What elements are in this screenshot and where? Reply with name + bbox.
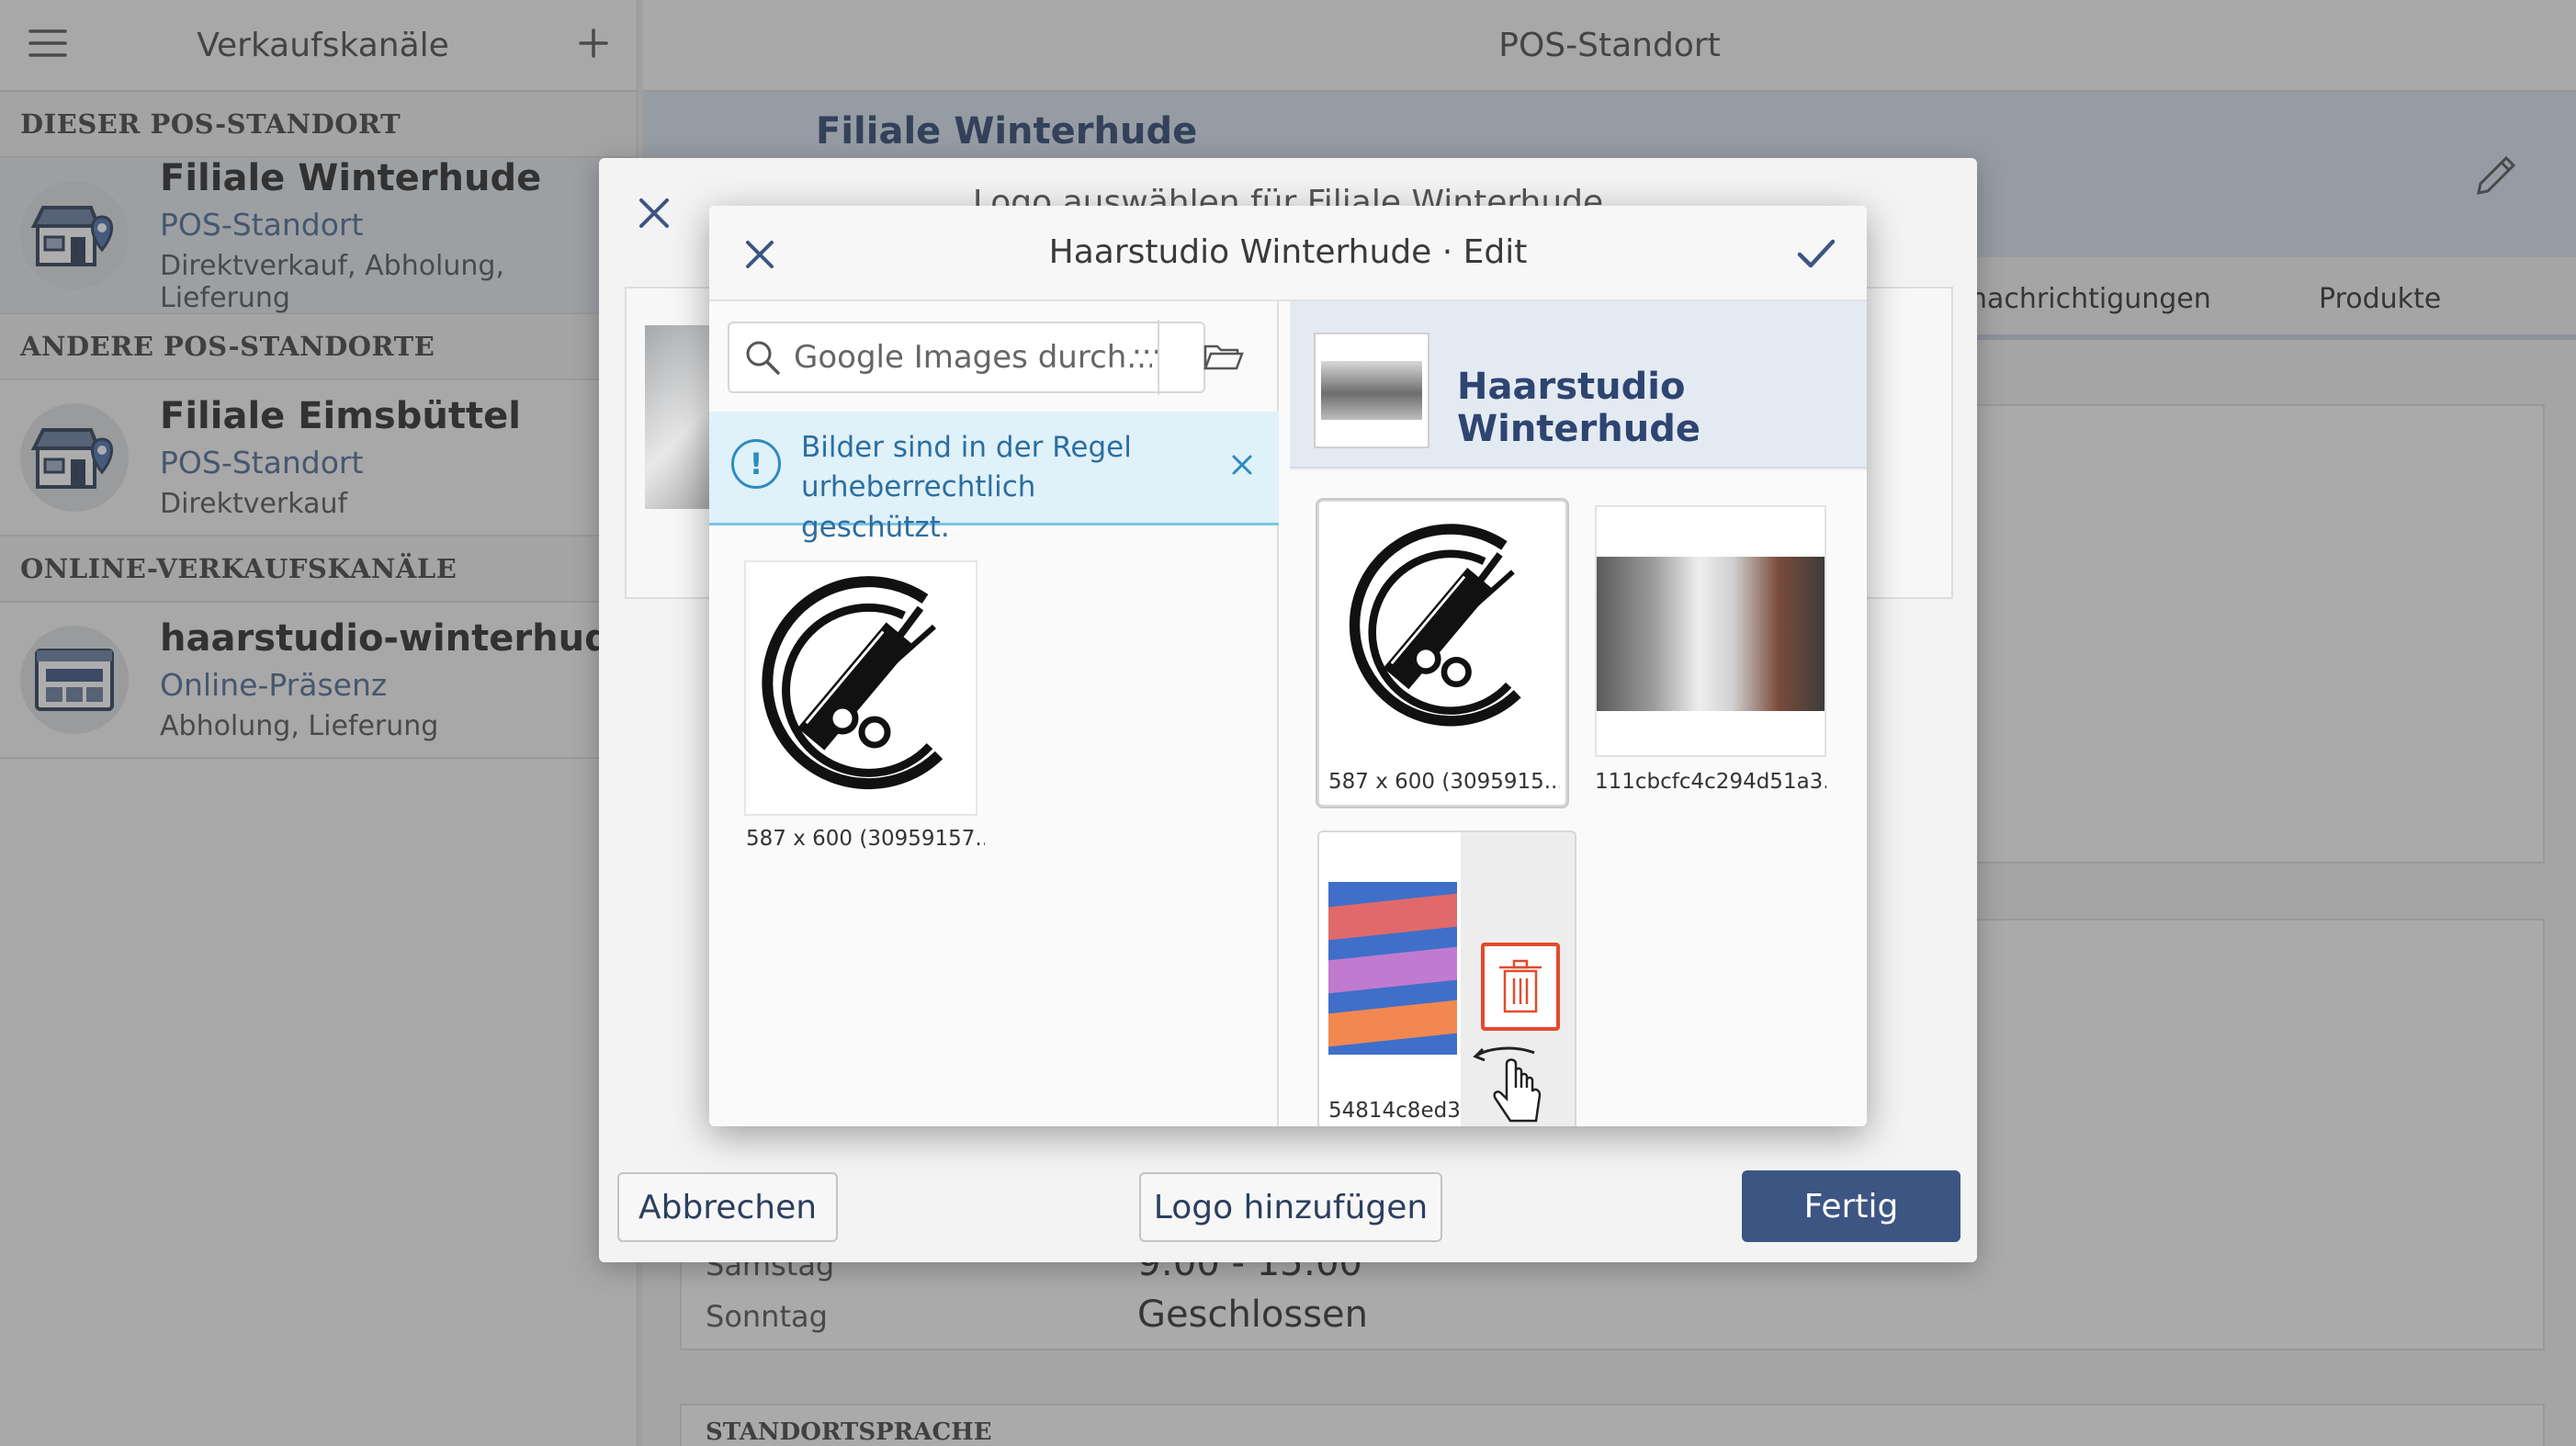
divider xyxy=(1158,320,1159,395)
selected-image-card[interactable]: 111cbcfc4c294d51a3... xyxy=(1595,505,1826,808)
image-caption: 111cbcfc4c294d51a3... xyxy=(1595,770,1826,794)
search-icon xyxy=(744,339,781,376)
swipe-hand-icon xyxy=(1470,1044,1562,1126)
selection-header: Haarstudio Winterhude xyxy=(1290,301,1867,469)
dialog-header: Haarstudio Winterhude · Edit xyxy=(709,206,1867,301)
result-caption: 587 x 600 (30959157... xyxy=(746,827,985,851)
selection-thumbnail xyxy=(1314,333,1429,448)
image-edit-dialog: Haarstudio Winterhude · Edit ... ! Bilde… xyxy=(709,206,1867,1126)
search-input[interactable] xyxy=(794,339,1152,376)
image-search-panel: ... ! Bilder sind in der Regel urheberre… xyxy=(709,301,1279,1126)
selection-name: Haarstudio Winterhude xyxy=(1457,366,1700,450)
image-frame xyxy=(1595,505,1826,757)
ribbon-banners-image xyxy=(1328,882,1457,1055)
search-result-image[interactable] xyxy=(744,560,977,816)
notice-text: Bilder sind in der Regel urheberrechtlic… xyxy=(801,431,1132,544)
delete-action-panel xyxy=(1461,832,1575,1126)
selected-image-card[interactable]: 54814c8ed3 xyxy=(1317,830,1576,1126)
dialog-title: Haarstudio Winterhude · Edit xyxy=(1048,233,1528,271)
scissors-comb-logo-image xyxy=(762,576,943,790)
selected-image-card[interactable]: 587 x 600 (3095915... xyxy=(1317,500,1567,807)
done-button[interactable]: Fertig xyxy=(1742,1170,1960,1242)
salon-interior-thumbnail xyxy=(1321,361,1422,420)
checkmark-icon[interactable] xyxy=(1793,232,1839,277)
folder-icon[interactable] xyxy=(1187,329,1260,384)
selected-images-panel: Haarstudio Winterhude 587 x 600 (3095915… xyxy=(1290,301,1867,1126)
add-logo-button[interactable]: Logo hinzufügen xyxy=(1139,1172,1442,1242)
salon-interior-photo xyxy=(1597,557,1825,711)
image-caption: 587 x 600 (3095915... xyxy=(1328,770,1560,794)
dialog-footer: Abbrechen Logo hinzufügen Fertig xyxy=(599,1170,1977,1262)
info-icon: ! xyxy=(731,439,781,489)
ribbon-orange xyxy=(1328,1000,1457,1047)
image-caption: 54814c8ed3 xyxy=(1328,1099,1461,1123)
dismiss-notice-icon[interactable] xyxy=(1224,446,1260,483)
cancel-button[interactable]: Abbrechen xyxy=(617,1172,838,1242)
copyright-notice: ! Bilder sind in der Regel urheberrechtl… xyxy=(709,412,1279,544)
scissors-comb-logo-image xyxy=(1328,511,1558,750)
ribbon-purple xyxy=(1328,946,1457,994)
ribbon-red xyxy=(1328,893,1457,941)
selected-images-grid: 587 x 600 (3095915... 111cbcfc4c294d51a3… xyxy=(1290,470,1867,1126)
trash-icon[interactable] xyxy=(1481,943,1560,1031)
